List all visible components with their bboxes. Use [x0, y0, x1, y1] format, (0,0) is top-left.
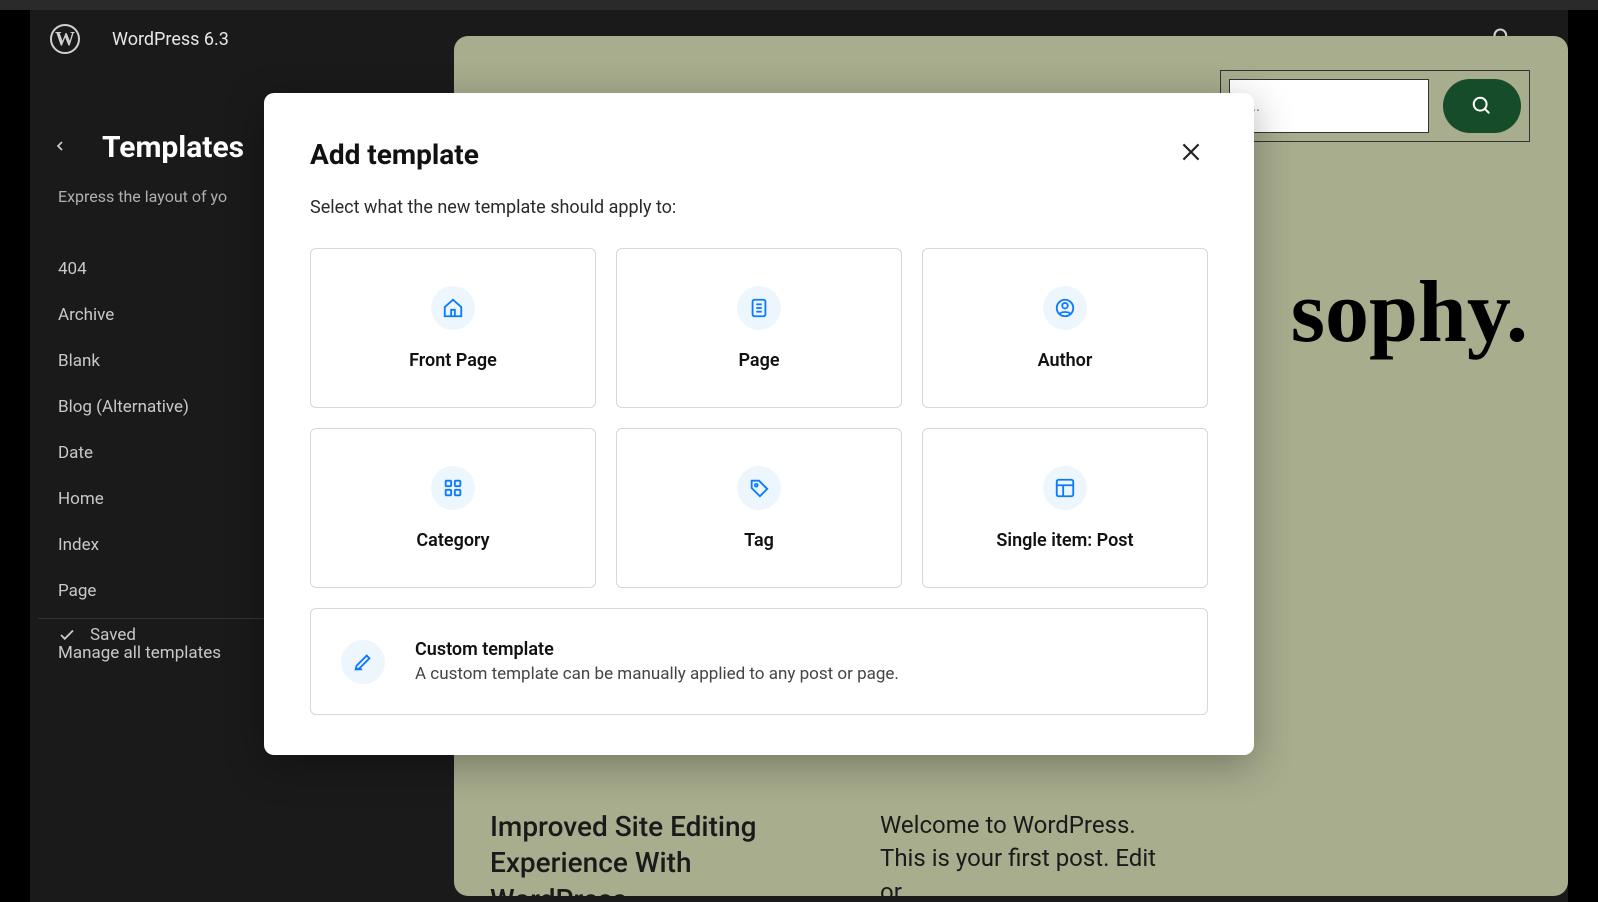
pencil-icon [341, 640, 385, 684]
home-icon [431, 286, 475, 330]
modal-subtitle: Select what the new template should appl… [310, 197, 1208, 218]
card-label: Author [1038, 350, 1093, 371]
category-icon [431, 466, 475, 510]
template-card-author[interactable]: Author [922, 248, 1208, 408]
card-label: Category [416, 530, 489, 551]
add-template-modal: Add template Select what the new templat… [264, 93, 1254, 755]
custom-template-title: Custom template [415, 639, 899, 660]
author-icon [1043, 286, 1087, 330]
layout-icon [1043, 466, 1087, 510]
card-label: Page [738, 350, 779, 371]
template-card-single-post[interactable]: Single item: Post [922, 428, 1208, 588]
custom-template-description: A custom template can be manually applie… [415, 664, 899, 684]
template-card-page[interactable]: Page [616, 248, 902, 408]
card-label: Front Page [409, 350, 497, 371]
card-label: Tag [744, 530, 774, 551]
modal-overlay: Add template Select what the new templat… [30, 10, 1568, 902]
card-label: Single item: Post [996, 530, 1133, 551]
modal-title: Add template [310, 138, 479, 171]
close-icon[interactable] [1174, 135, 1208, 173]
template-card-category[interactable]: Category [310, 428, 596, 588]
page-icon [737, 286, 781, 330]
template-card-custom[interactable]: Custom template A custom template can be… [310, 608, 1208, 715]
tag-icon [737, 466, 781, 510]
template-card-front-page[interactable]: Front Page [310, 248, 596, 408]
template-card-tag[interactable]: Tag [616, 428, 902, 588]
